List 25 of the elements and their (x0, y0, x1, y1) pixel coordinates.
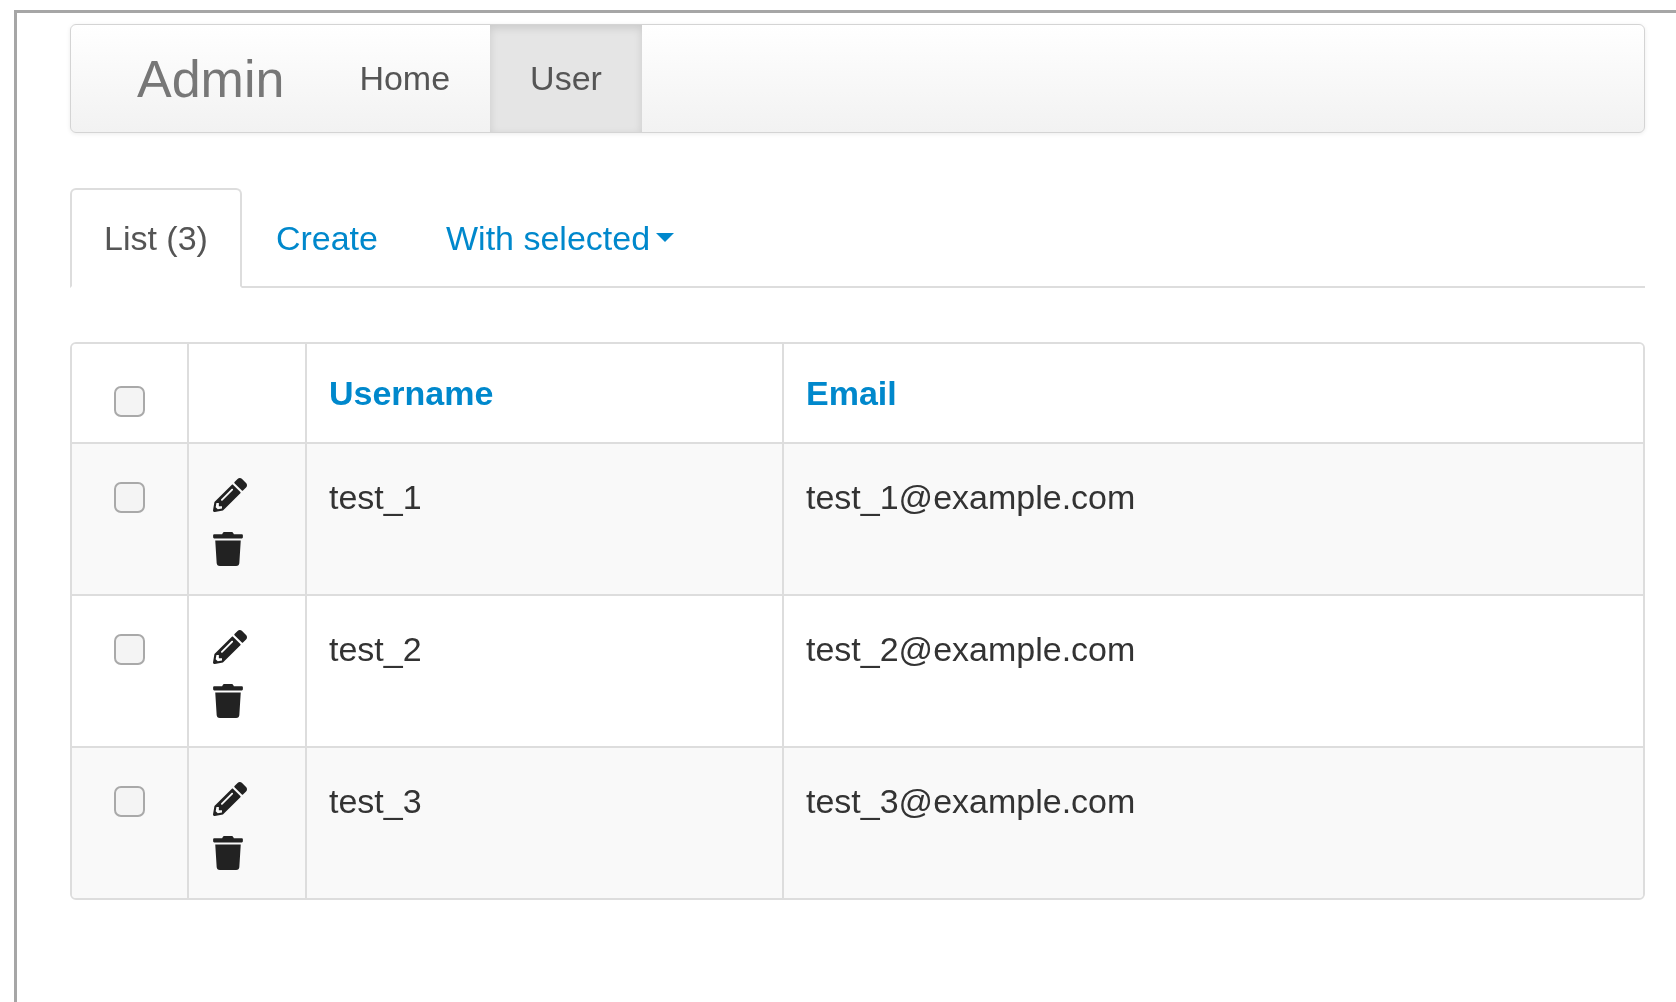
delete-icon[interactable] (213, 684, 243, 718)
edit-icon[interactable] (213, 630, 247, 664)
dropdown-tab[interactable]: With selected (412, 188, 709, 288)
brand[interactable]: Admin (137, 39, 285, 118)
row-checkbox[interactable] (114, 786, 145, 817)
table-cell: test_2 (329, 630, 422, 668)
tab[interactable]: Create (241, 188, 412, 288)
delete-icon[interactable] (213, 532, 243, 566)
table-cell: test_1@example.com (806, 478, 1136, 516)
edit-icon[interactable] (213, 478, 247, 512)
row-checkbox[interactable] (114, 634, 145, 665)
nav-link[interactable]: Home (319, 25, 491, 132)
edit-icon[interactable] (213, 782, 247, 816)
table-cell: test_1 (329, 478, 422, 516)
delete-icon[interactable] (213, 836, 243, 870)
caret-icon (656, 233, 675, 243)
column-header[interactable]: Username (329, 367, 494, 419)
select-all-checkbox[interactable] (114, 385, 145, 417)
table-cell: test_3 (329, 782, 422, 820)
tab[interactable]: List (3) (70, 188, 242, 288)
table-cell: test_3@example.com (806, 782, 1136, 820)
nav-link[interactable]: User (490, 25, 642, 132)
row-checkbox[interactable] (114, 482, 145, 513)
table-cell: test_2@example.com (806, 630, 1136, 668)
column-header[interactable]: Email (806, 367, 897, 419)
